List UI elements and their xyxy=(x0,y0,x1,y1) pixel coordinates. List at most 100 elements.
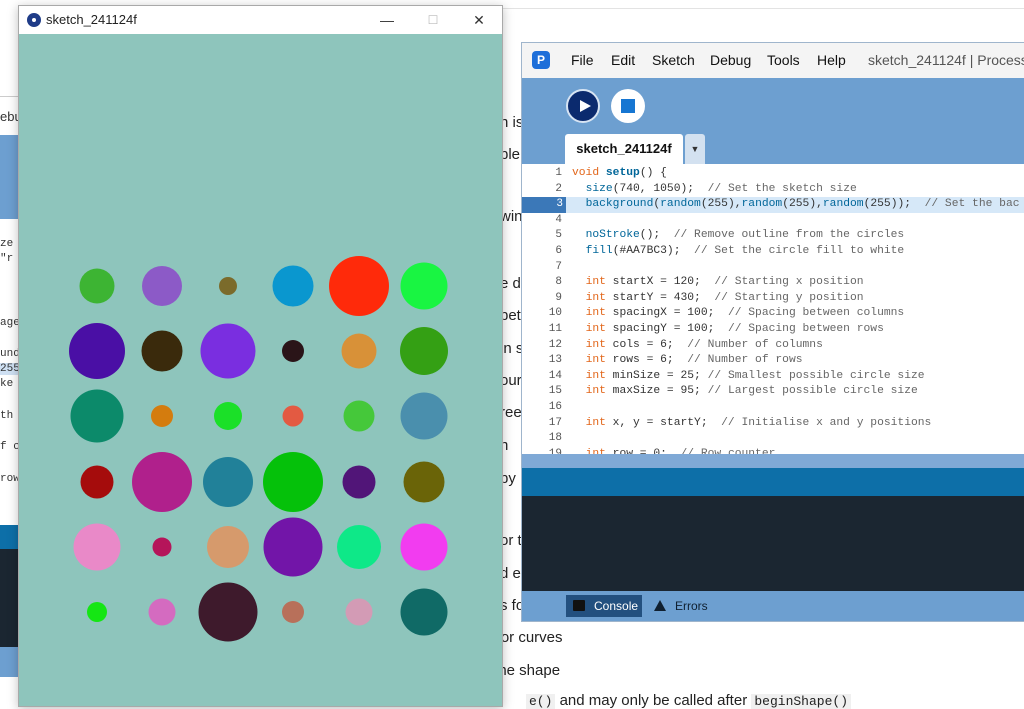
close-button[interactable]: ✕ xyxy=(456,6,502,34)
warning-icon xyxy=(654,600,666,611)
tab-errors[interactable]: Errors xyxy=(652,595,732,617)
sketch-window-title: sketch_241124f xyxy=(46,12,137,27)
code-line: 18 xyxy=(522,431,1024,447)
circle-r2-c6 xyxy=(400,327,448,375)
code-text: int spacingX = 100; // Spacing between c… xyxy=(585,307,905,320)
code-line: 1 void setup() { xyxy=(522,166,1024,182)
code-text: int spacingY = 100; // Spacing between r… xyxy=(585,323,884,335)
code-text: int minSize = 25; // Smallest possible c… xyxy=(585,369,925,382)
maximize-button[interactable]: ☐ xyxy=(410,6,456,34)
circle-r2-c4 xyxy=(282,340,304,362)
processing-logo-icon: P xyxy=(532,51,550,69)
doc-line: our xyxy=(500,372,522,389)
debugger-console xyxy=(0,549,20,647)
line-number: 10 xyxy=(548,307,562,320)
menu-sketch[interactable]: Sketch xyxy=(652,52,695,68)
circle-r3-c4 xyxy=(282,405,304,427)
sketch-canvas xyxy=(19,35,502,706)
circle-r1-c1 xyxy=(79,268,115,304)
divider xyxy=(480,8,1024,9)
stop-button[interactable] xyxy=(611,89,645,123)
debugger-text: f c xyxy=(0,441,20,453)
circle-r6-c2 xyxy=(148,598,176,626)
code-text: size(740, 1050); // Set the sketch size xyxy=(585,182,857,195)
menu-bar: P File Edit Sketch Debug Tools Help sket… xyxy=(522,43,1024,78)
sketch-titlebar[interactable]: sketch_241124f — ☐ ✕ xyxy=(19,6,502,34)
code-text: void setup() { xyxy=(572,167,667,179)
line-number: 3 xyxy=(522,197,566,213)
menu-debug[interactable]: Debug xyxy=(710,52,751,68)
debugger-text: age xyxy=(0,317,20,329)
circle-r5-c1 xyxy=(73,523,121,571)
circle-r2-c1 xyxy=(69,323,125,379)
line-number: 4 xyxy=(555,213,562,226)
code-line: 14 int minSize = 25; // Smallest possibl… xyxy=(522,369,1024,385)
code-line: 11 int spacingY = 100; // Spacing betwee… xyxy=(522,322,1024,338)
debugger-bottom-bar xyxy=(0,647,20,677)
code-editor[interactable]: 1 void setup() { 2 size(740, 1050); // Set… xyxy=(522,164,1024,454)
circle-r4-c5 xyxy=(342,465,376,499)
code-line: 5 noStroke(); // Remove outline from the… xyxy=(522,228,1024,244)
doc-line: win xyxy=(500,208,523,225)
circle-r1-c6 xyxy=(400,262,448,310)
run-button[interactable] xyxy=(566,89,600,123)
circle-r2-c3 xyxy=(200,323,256,379)
line-number: 1 xyxy=(555,167,562,179)
line-number: 6 xyxy=(555,245,562,257)
console-icon xyxy=(573,600,585,611)
window-title: sketch_241124f | Processin... xyxy=(868,52,1024,68)
tab-sketch[interactable]: sketch_241124f xyxy=(565,134,683,164)
circle-r6-c3 xyxy=(198,582,258,642)
line-number: 17 xyxy=(548,416,562,429)
code-text: int rows = 6; // Number of rows xyxy=(585,354,803,367)
code-line: 4 xyxy=(522,213,1024,229)
debugger-status-bar xyxy=(0,525,20,549)
code-line: 13 int rows = 6; // Number of rows xyxy=(522,353,1024,369)
circle-r3-c1 xyxy=(70,389,124,443)
toolbar xyxy=(522,78,1024,134)
circle-r1-c2 xyxy=(142,266,182,306)
debugger-text: ze xyxy=(0,238,14,250)
circle-r6-c4 xyxy=(282,601,304,623)
line-number: 5 xyxy=(555,229,562,242)
tab-console[interactable]: Console xyxy=(566,595,642,617)
line-number: 11 xyxy=(548,323,562,335)
tab-dropdown-icon[interactable]: ▼ xyxy=(685,134,705,164)
debugger-text: ke xyxy=(0,378,14,390)
code-text: int cols = 6; // Number of columns xyxy=(585,338,823,351)
editor-tabs: sketch_241124f ▼ xyxy=(522,134,1024,164)
circle-r4-c1 xyxy=(80,465,114,499)
processing-app-icon xyxy=(27,13,41,27)
circle-r2-c5 xyxy=(341,333,377,369)
circle-r5-c3 xyxy=(207,526,249,568)
code-line: 16 xyxy=(522,400,1024,416)
code-snippet: e() xyxy=(526,694,556,709)
code-text: int x, y = startY; // Initialise x and y… xyxy=(585,416,932,429)
console-tab-label: Console xyxy=(594,599,639,613)
code-text: int row = 0; // Row counter xyxy=(585,447,776,454)
line-number: 13 xyxy=(548,354,562,367)
circle-r4-c3 xyxy=(203,457,253,507)
console-output[interactable] xyxy=(522,496,1024,591)
doc-line: ble xyxy=(500,146,521,163)
code-line: 12 int cols = 6; // Number of columns xyxy=(522,338,1024,354)
minimize-button[interactable]: — xyxy=(364,6,410,34)
line-number: 12 xyxy=(548,338,562,351)
errors-tab-label: Errors xyxy=(675,599,708,613)
menu-file[interactable]: File xyxy=(571,52,594,68)
doc-line: d e xyxy=(500,565,521,582)
debugger-panel xyxy=(0,135,20,219)
debugger-text: 255 xyxy=(0,363,20,375)
circle-r1-c4 xyxy=(272,265,314,307)
menu-tools[interactable]: Tools xyxy=(767,52,800,68)
code-text: int startX = 120; // Starting x position xyxy=(585,276,864,289)
line-number: 19 xyxy=(548,447,562,454)
line-number: 2 xyxy=(555,182,562,195)
circle-r4-c6 xyxy=(403,461,445,503)
debugger-text: "r xyxy=(0,253,14,265)
menu-edit[interactable]: Edit xyxy=(611,52,635,68)
menu-help[interactable]: Help xyxy=(817,52,846,68)
circle-r1-c3 xyxy=(219,277,237,295)
line-number: 14 xyxy=(548,369,562,382)
doc-line: n is xyxy=(500,114,524,131)
